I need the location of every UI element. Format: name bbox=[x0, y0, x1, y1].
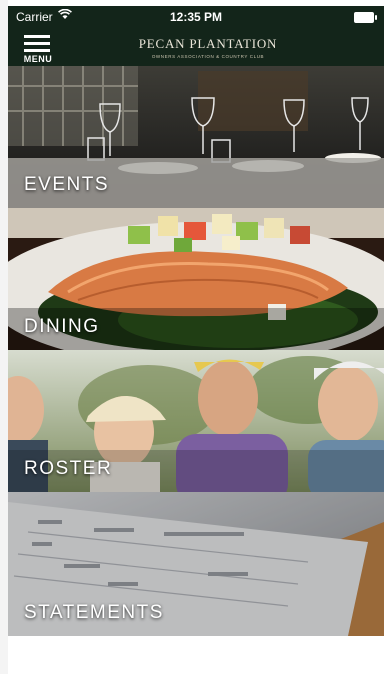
tile-label-events: EVENTS bbox=[24, 174, 110, 195]
menu-label: MENU bbox=[23, 54, 53, 64]
tile-dining[interactable]: DINING bbox=[8, 208, 384, 350]
tile-label-roster: ROSTER bbox=[24, 458, 113, 479]
battery-icon bbox=[354, 12, 377, 23]
brand-logo: PECAN PLANTATION OWNERS ASSOCIATION & CO… bbox=[108, 36, 308, 59]
screen-edge bbox=[0, 0, 8, 674]
tile-events[interactable]: EVENTS bbox=[8, 66, 384, 208]
hamburger-icon bbox=[24, 35, 50, 38]
brand-name: PECAN PLANTATION bbox=[138, 36, 278, 51]
tile-roster[interactable]: ROSTER bbox=[8, 350, 384, 492]
tile-statements[interactable]: STATEMENTS bbox=[8, 492, 384, 636]
tile-label-statements: STATEMENTS bbox=[24, 602, 164, 623]
menu-button[interactable]: MENU bbox=[18, 32, 58, 64]
nav-bar: MENU PECAN PLANTATION OWNERS ASSOCIATION… bbox=[8, 28, 384, 66]
hamburger-icon-bar bbox=[24, 49, 50, 52]
app-screen: Carrier 12:35 PM MENU PECAN PLANTATION O… bbox=[8, 6, 384, 674]
status-time: 12:35 PM bbox=[169, 10, 223, 24]
brand-tagline: OWNERS ASSOCIATION & COUNTRY CLUB bbox=[151, 54, 265, 59]
tile-label-dining: DINING bbox=[24, 316, 100, 337]
hamburger-icon-bar bbox=[24, 42, 50, 45]
status-bar: Carrier 12:35 PM bbox=[8, 6, 384, 28]
